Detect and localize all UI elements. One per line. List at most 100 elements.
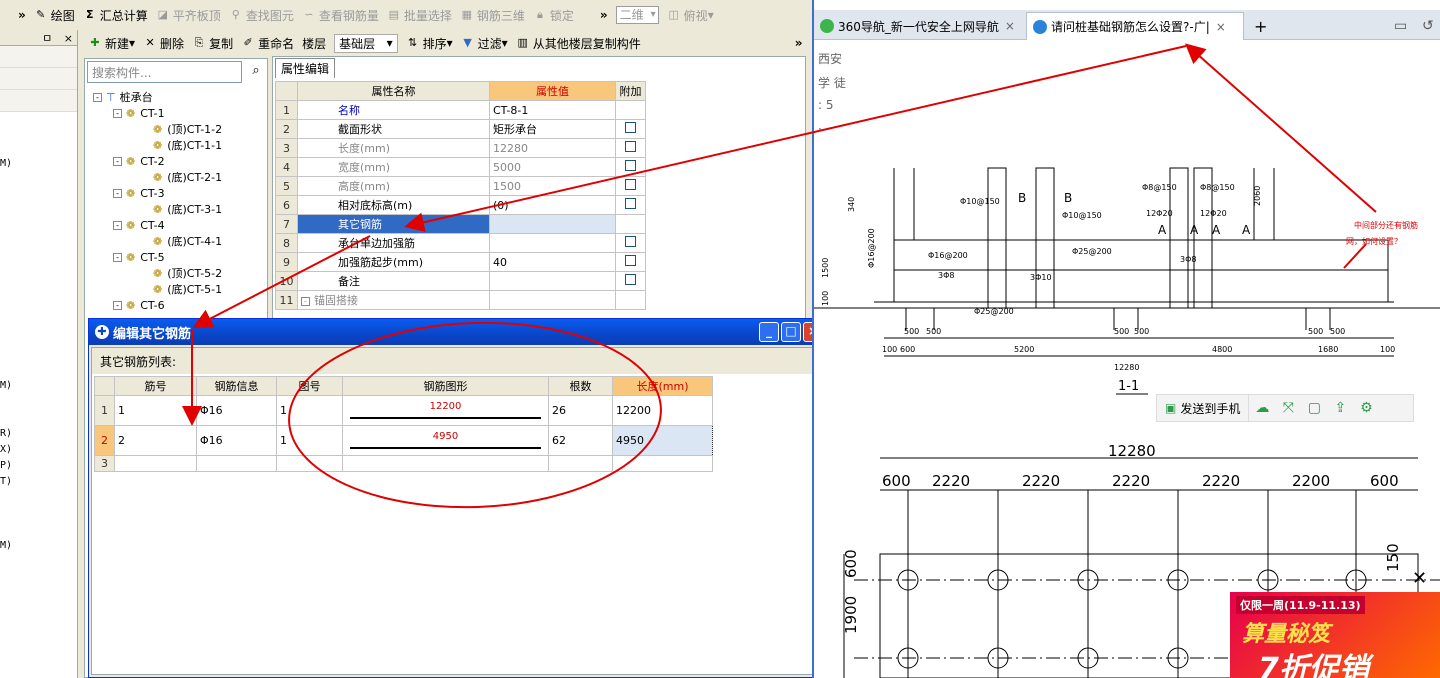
- pin-icon[interactable]: ㅁ: [42, 32, 52, 45]
- extra-checkbox[interactable]: [625, 255, 636, 266]
- property-row[interactable]: 8 承台单边加强筋: [275, 233, 646, 253]
- cloud-icon[interactable]: ☁: [1249, 400, 1275, 416]
- tree-item[interactable]: - ❁ CT-2: [113, 153, 165, 169]
- property-name-cell[interactable]: - 锚固搭接: [297, 290, 490, 310]
- property-row[interactable]: 6 相对底标高(m) (0): [275, 195, 646, 215]
- dock-row[interactable]: [0, 90, 77, 112]
- property-row[interactable]: 11- 锚固搭接: [275, 290, 646, 310]
- copy-button[interactable]: ⎘ 复制: [192, 35, 233, 52]
- collapse-toggle[interactable]: -: [113, 252, 122, 262]
- property-value-cell[interactable]: [489, 214, 616, 234]
- property-name-cell[interactable]: 备注: [297, 271, 490, 291]
- property-value-cell[interactable]: 矩形承台: [489, 119, 616, 139]
- property-value-cell[interactable]: [489, 233, 616, 253]
- settings-gear-icon[interactable]: ⚙: [1353, 400, 1379, 416]
- tree-item[interactable]: ❁ (顶)CT-5-2: [129, 265, 222, 281]
- tree-item[interactable]: ❁ (底)CT-2-1: [129, 169, 222, 185]
- bar-no-cell[interactable]: 1: [114, 395, 197, 426]
- length-cell[interactable]: [612, 455, 713, 472]
- collapse-toggle[interactable]: -: [113, 188, 122, 198]
- view-mode-select[interactable]: 二维: [615, 6, 659, 24]
- property-value-cell[interactable]: (0): [489, 195, 616, 215]
- property-row[interactable]: 9 加强筋起步(mm) 40: [275, 252, 646, 272]
- rename-button[interactable]: ✐ 重命名: [241, 35, 294, 52]
- bar-shape-cell[interactable]: 4950: [342, 425, 549, 456]
- dock-close-button[interactable]: ×: [64, 32, 73, 45]
- bar-no-cell[interactable]: 2: [114, 425, 197, 456]
- rebar-row[interactable]: 1 1 Φ16 1 12200 26 12200: [94, 395, 713, 426]
- property-row[interactable]: 7 其它钢筋: [275, 214, 646, 234]
- flat-slab-button[interactable]: ◪ 平齐板顶: [156, 7, 221, 24]
- tab-list-icon[interactable]: ▭: [1388, 12, 1413, 40]
- promo-close-button[interactable]: ✕: [1412, 568, 1427, 589]
- figure-no-cell[interactable]: [276, 455, 343, 472]
- property-row[interactable]: 1 名称 CT-8-1: [275, 100, 646, 120]
- tree-item[interactable]: - ❁ CT-5: [113, 249, 165, 265]
- bar-info-cell[interactable]: Φ16: [196, 425, 277, 456]
- tab-close-icon[interactable]: ×: [1005, 19, 1015, 33]
- property-value-cell[interactable]: 40: [489, 252, 616, 272]
- tab-360-nav[interactable]: 360导航_新一代安全上网导航 ×: [814, 12, 1022, 40]
- delete-button[interactable]: ✕ 删除: [143, 35, 184, 52]
- bar-shape-cell[interactable]: [342, 455, 549, 472]
- property-value-cell[interactable]: [489, 271, 616, 291]
- extra-checkbox[interactable]: [625, 141, 636, 152]
- dialog-titlebar[interactable]: ✚ 编辑其它钢筋 _ □ ×: [89, 319, 812, 345]
- extra-checkbox[interactable]: [625, 236, 636, 247]
- collapse-toggle[interactable]: -: [301, 297, 310, 306]
- promo-banner[interactable]: 仅限一周(11.9-11.13) 算量秘笈 7折促销: [1230, 592, 1440, 678]
- property-name-cell[interactable]: 高度(mm): [297, 176, 490, 196]
- rebar-row[interactable]: 3: [94, 455, 713, 472]
- tree-root[interactable]: - ⊤ 桩承台: [93, 89, 153, 105]
- property-value-cell[interactable]: 12280: [489, 138, 616, 158]
- sum-calc-button[interactable]: Σ 汇总计算: [83, 7, 148, 24]
- share-icon[interactable]: ⇪: [1327, 400, 1353, 416]
- draw-button[interactable]: ✎ 绘图: [34, 7, 75, 24]
- save-icon[interactable]: ▢: [1301, 400, 1327, 416]
- dock-row[interactable]: [0, 46, 77, 68]
- property-name-cell[interactable]: 名称: [297, 100, 490, 120]
- toolbar2-overflow-button[interactable]: »: [795, 36, 803, 50]
- property-value-cell[interactable]: 5000: [489, 157, 616, 177]
- tree-item[interactable]: - ❁ CT-3: [113, 185, 165, 201]
- tab-close-icon[interactable]: ×: [1216, 20, 1226, 34]
- tree-item[interactable]: ❁ (底)CT-3-1: [129, 201, 222, 217]
- send-to-phone-button[interactable]: ▣ 发送到手机: [1157, 395, 1250, 421]
- search-input[interactable]: 搜索构件...: [87, 61, 242, 83]
- tree-item[interactable]: ❁ (顶)CT-1-2: [129, 121, 222, 137]
- property-value-cell[interactable]: 1500: [489, 176, 616, 196]
- copy-from-floor-button[interactable]: ▥ 从其他楼层复制构件: [516, 35, 640, 52]
- lock-button[interactable]: 🔒︎ 锁定: [533, 7, 574, 24]
- property-name-cell[interactable]: 截面形状: [297, 119, 490, 139]
- property-name-cell[interactable]: 承台单边加强筋: [297, 233, 490, 253]
- filter-button[interactable]: ▼ 过滤 ▾: [461, 35, 507, 52]
- tree-item[interactable]: ❁ (底)CT-4-1: [129, 233, 222, 249]
- property-row[interactable]: 4 宽度(mm) 5000: [275, 157, 646, 177]
- property-value-cell[interactable]: CT-8-1: [489, 100, 616, 120]
- property-row[interactable]: 2 截面形状 矩形承台: [275, 119, 646, 139]
- dock-row[interactable]: [0, 68, 77, 90]
- property-name-cell[interactable]: 宽度(mm): [297, 157, 490, 177]
- find-element-button[interactable]: ⚲ 查找图元: [229, 7, 294, 24]
- undo-close-icon[interactable]: ↺: [1416, 12, 1440, 40]
- length-cell[interactable]: 4950: [612, 425, 713, 456]
- property-row[interactable]: 5 高度(mm) 1500: [275, 176, 646, 196]
- toolbar-overflow-button-2[interactable]: »: [600, 8, 608, 22]
- collapse-toggle[interactable]: -: [93, 92, 102, 102]
- property-name-cell[interactable]: 加强筋起步(mm): [297, 252, 490, 272]
- extra-checkbox[interactable]: [625, 198, 636, 209]
- fullscreen-icon[interactable]: ⤧: [1275, 400, 1301, 416]
- tree-item[interactable]: - ❁ CT-1: [113, 105, 165, 121]
- tab-property-edit[interactable]: 属性编辑: [275, 58, 336, 78]
- collapse-toggle[interactable]: -: [113, 220, 122, 230]
- collapse-toggle[interactable]: -: [113, 300, 122, 310]
- tab-question-page[interactable]: 请问桩基础钢筋怎么设置?-广| ×: [1026, 12, 1244, 40]
- maximize-button[interactable]: □: [781, 322, 801, 342]
- close-button[interactable]: ×: [803, 322, 812, 342]
- bar-shape-cell[interactable]: 12200: [342, 395, 549, 426]
- property-name-cell[interactable]: 相对底标高(m): [297, 195, 490, 215]
- toolbar-overflow-button[interactable]: »: [18, 8, 26, 22]
- count-cell[interactable]: [548, 455, 613, 472]
- tree-item[interactable]: ❁ (底)CT-1-1: [129, 137, 222, 153]
- sort-button[interactable]: ⇅ 排序 ▾: [406, 35, 453, 52]
